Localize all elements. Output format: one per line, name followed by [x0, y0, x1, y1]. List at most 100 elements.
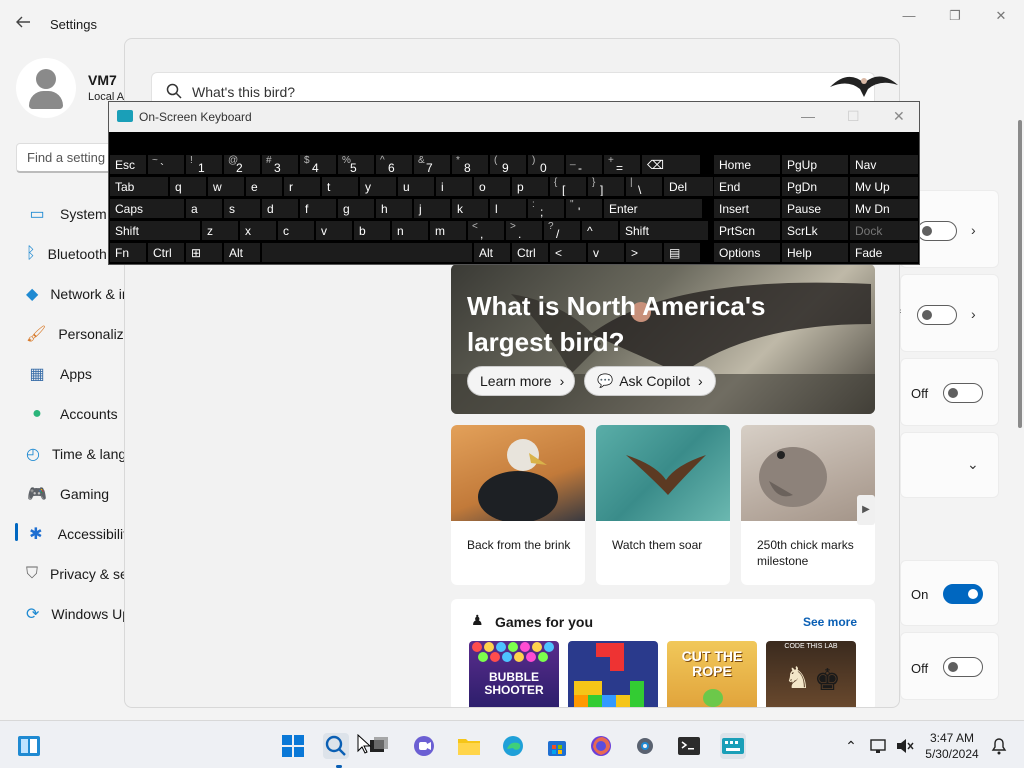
settings-gear-icon[interactable]: [632, 733, 658, 759]
close-button[interactable]: ✕: [893, 108, 905, 125]
key-ctrl[interactable]: Ctrl: [147, 242, 185, 263]
maximize-button[interactable]: ❐: [943, 8, 967, 26]
key-nav[interactable]: Nav: [849, 154, 919, 175]
toggle-switch[interactable]: [943, 383, 983, 403]
key-[interactable]: + =: [603, 154, 641, 175]
key-b[interactable]: b: [353, 220, 391, 241]
minimize-button[interactable]: —: [897, 8, 921, 26]
sidebar-item-personalization[interactable]: 🖌 Personalization: [14, 318, 134, 350]
key-v[interactable]: v: [587, 242, 625, 263]
key-mv-up[interactable]: Mv Up: [849, 176, 919, 197]
key-alt[interactable]: Alt: [223, 242, 261, 263]
on-screen-keyboard-icon[interactable]: [720, 733, 746, 759]
sidebar-item-apps[interactable]: ▦ Apps: [14, 358, 134, 390]
sidebar-item-privacy-security[interactable]: ⛉ Privacy & security: [14, 558, 134, 590]
key-h[interactable]: h: [375, 198, 413, 219]
key-m[interactable]: m: [429, 220, 467, 241]
sidebar-item-accessibility[interactable]: ✱ Accessibility: [14, 518, 134, 550]
key-8[interactable]: * 8: [451, 154, 489, 175]
avatar[interactable]: [16, 58, 76, 118]
minimize-button[interactable]: —: [801, 108, 815, 124]
key-help[interactable]: Help: [781, 242, 849, 263]
key-g[interactable]: g: [337, 198, 375, 219]
file-explorer-icon[interactable]: [456, 733, 482, 759]
maximize-button[interactable]: ☐: [847, 108, 860, 125]
key-[interactable]: <,: [467, 220, 505, 241]
key-6[interactable]: ^ 6: [375, 154, 413, 175]
key-[interactable]: :;: [527, 198, 565, 219]
key-x[interactable]: x: [239, 220, 277, 241]
key-4[interactable]: $4: [299, 154, 337, 175]
key-0[interactable]: ) 0: [527, 154, 565, 175]
key-[interactable]: ⊞: [185, 242, 223, 263]
game-tile-bubble-shooter[interactable]: BUBBLE SHOOTER: [469, 641, 559, 707]
key-[interactable]: _ -: [565, 154, 603, 175]
key-[interactable]: <: [549, 242, 587, 263]
network-icon[interactable]: [866, 733, 892, 759]
key-[interactable]: ^: [581, 220, 619, 241]
key-1[interactable]: ! 1: [185, 154, 223, 175]
key-scrlk[interactable]: ScrLk: [781, 220, 849, 241]
widgets-icon[interactable]: [16, 733, 42, 759]
sidebar-item-gaming[interactable]: 🎮 Gaming: [14, 478, 134, 510]
key-t[interactable]: t: [321, 176, 359, 197]
key-[interactable]: | \: [625, 176, 663, 197]
key-y[interactable]: y: [359, 176, 397, 197]
news-card[interactable]: Back from the brink: [451, 425, 585, 585]
key-space[interactable]: [261, 242, 473, 263]
key-ctrl[interactable]: Ctrl: [511, 242, 549, 263]
key-[interactable]: >.: [505, 220, 543, 241]
key-pgdn[interactable]: PgDn: [781, 176, 849, 197]
sidebar-item-accounts[interactable]: ● Accounts: [14, 398, 134, 430]
news-card[interactable]: 250th chick marks milestone: [741, 425, 875, 585]
key-r[interactable]: r: [283, 176, 321, 197]
key-end[interactable]: End: [713, 176, 781, 197]
key-5[interactable]: % 5: [337, 154, 375, 175]
chat-icon[interactable]: [411, 733, 437, 759]
setting-card[interactable]: ⌄: [900, 432, 999, 498]
game-tile-cut-the-rope[interactable]: CUT THE ROPE: [667, 641, 757, 707]
key-n[interactable]: n: [391, 220, 429, 241]
setting-card[interactable]: f ›: [897, 274, 999, 352]
key-a[interactable]: a: [185, 198, 223, 219]
key-[interactable]: ▤: [663, 242, 701, 263]
game-tile-chess[interactable]: CODE THIS LAB ♞ ♚: [766, 641, 856, 707]
key-d[interactable]: d: [261, 198, 299, 219]
key-fade[interactable]: Fade: [849, 242, 919, 263]
key-k[interactable]: k: [451, 198, 489, 219]
toggle-switch[interactable]: [943, 657, 983, 677]
notification-bell-icon[interactable]: [986, 733, 1012, 759]
key-[interactable]: " ': [565, 198, 603, 219]
key-z[interactable]: z: [201, 220, 239, 241]
key-insert[interactable]: Insert: [713, 198, 781, 219]
news-card[interactable]: Watch them soar: [596, 425, 730, 585]
key-home[interactable]: Home: [713, 154, 781, 175]
sidebar-item-network-internet[interactable]: ◆ Network & internet: [14, 278, 134, 310]
scrollbar[interactable]: [1018, 120, 1022, 428]
sidebar-item-time-language[interactable]: ◴ Time & language: [14, 438, 134, 470]
game-tile-blocks[interactable]: [568, 641, 658, 707]
key-o[interactable]: o: [473, 176, 511, 197]
store-icon[interactable]: [544, 733, 570, 759]
key-[interactable]: ~ `: [147, 154, 185, 175]
key-9[interactable]: (9: [489, 154, 527, 175]
search-icon[interactable]: [323, 733, 349, 759]
key-options[interactable]: Options: [713, 242, 781, 263]
key-j[interactable]: j: [413, 198, 451, 219]
back-arrow-icon[interactable]: [14, 13, 34, 33]
key-3[interactable]: #3: [261, 154, 299, 175]
scroll-right-button[interactable]: ▶: [857, 495, 875, 525]
volume-muted-icon[interactable]: [892, 733, 918, 759]
firefox-icon[interactable]: [588, 733, 614, 759]
sidebar-item-windows-update[interactable]: ⟳ Windows Update: [14, 598, 134, 630]
key-[interactable]: ⌫: [641, 154, 701, 175]
key-prtscn[interactable]: PrtScn: [713, 220, 781, 241]
setting-card[interactable]: Off: [900, 632, 999, 700]
key-q[interactable]: q: [169, 176, 207, 197]
key-i[interactable]: i: [435, 176, 473, 197]
key-e[interactable]: e: [245, 176, 283, 197]
setting-card[interactable]: On: [900, 560, 999, 626]
key-w[interactable]: w: [207, 176, 245, 197]
key-s[interactable]: s: [223, 198, 261, 219]
key-7[interactable]: & 7: [413, 154, 451, 175]
